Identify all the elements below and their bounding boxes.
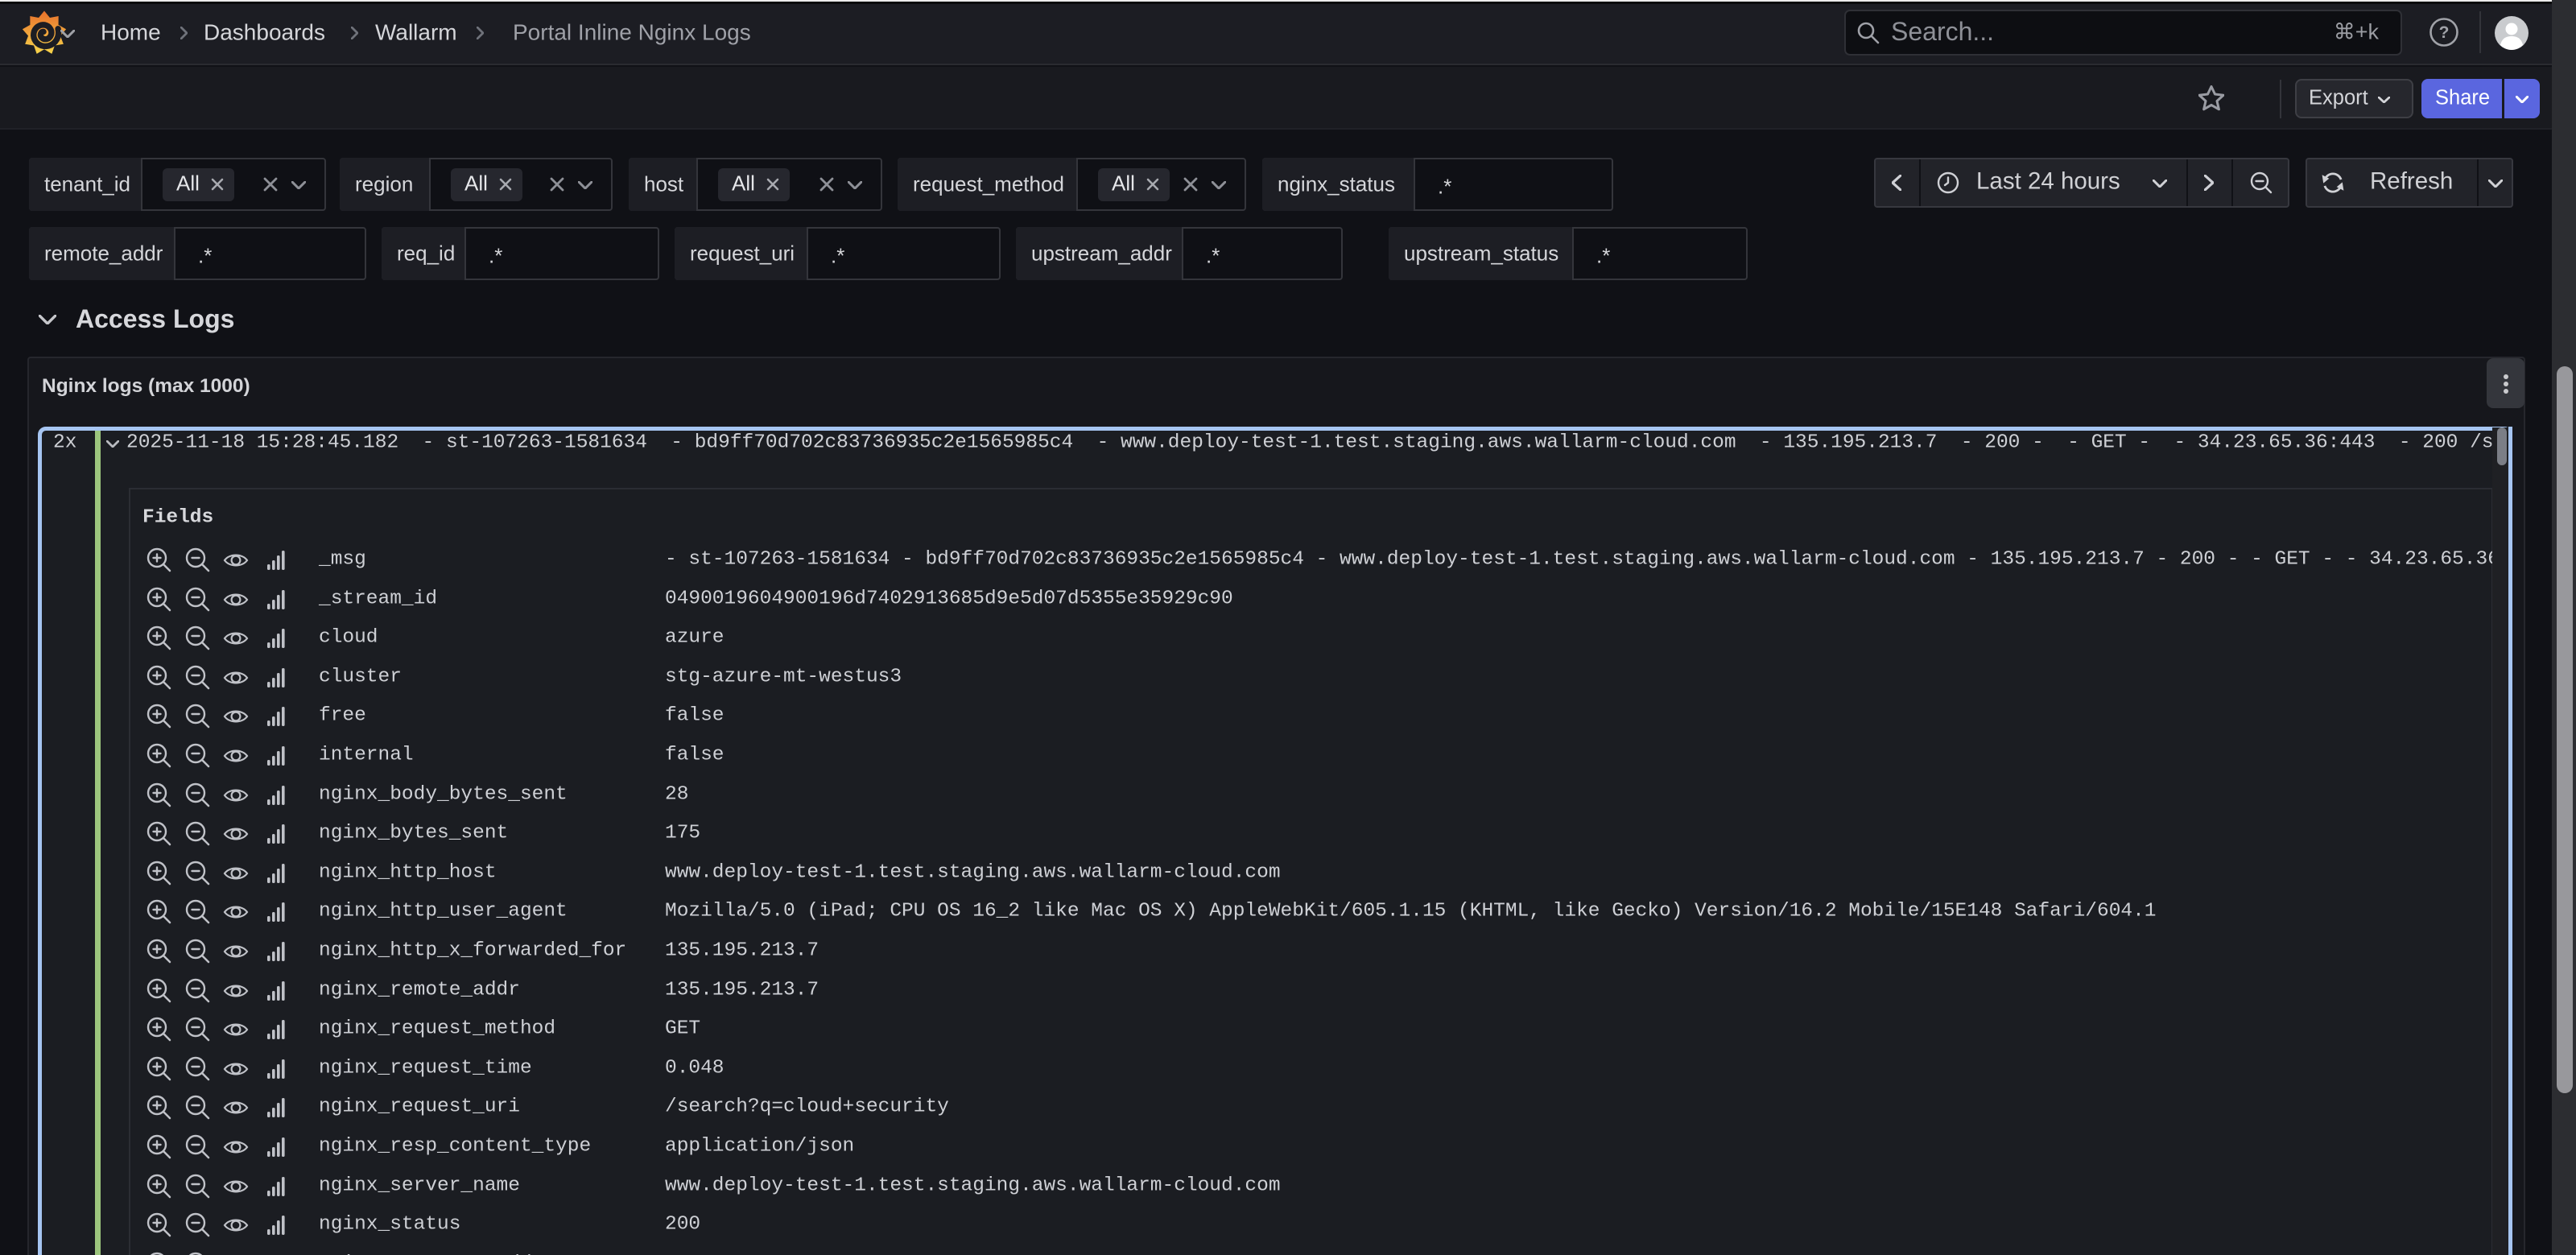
svg-text:?: ? <box>2439 23 2450 42</box>
